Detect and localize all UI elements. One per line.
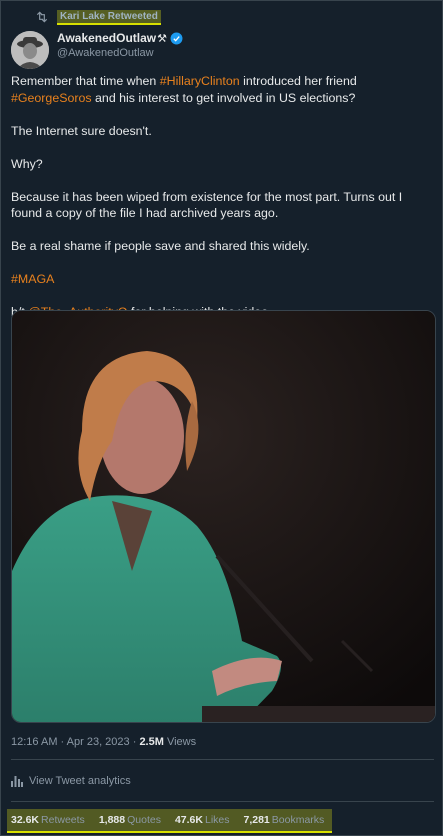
text-segment: introduced her friend — [239, 74, 357, 88]
likes-label: Likes — [204, 814, 230, 826]
views-count: 2.5M — [139, 736, 164, 748]
text-segment: Remember that time when — [11, 74, 160, 88]
engagement-stats: 32.6K Retweets 1,888 Quotes 47.6K Likes 7,2… — [7, 809, 333, 833]
tweet-paragraph-6: #MAGA — [11, 271, 436, 288]
author-name[interactable]: AwakenedOutlaw — [57, 31, 156, 45]
view-analytics-link[interactable]: View Tweet analytics — [11, 775, 131, 787]
divider — [11, 801, 434, 802]
meta-separator: · — [129, 736, 140, 748]
tweet-paragraph-4: Because it has been wiped from existence… — [11, 189, 403, 221]
quotes-label: Quotes — [127, 814, 161, 826]
quotes-stat[interactable]: 1,888 Quotes — [99, 814, 161, 826]
retweet-context[interactable]: Kari Lake Retweeted — [35, 9, 161, 25]
tweet-text: Remember that time when #HillaryClinton … — [11, 73, 436, 337]
video-frame — [12, 311, 435, 722]
verified-badge-icon — [170, 32, 183, 44]
tweet-meta: 12:16 AM · Apr 23, 2023 · 2.5M Views — [11, 736, 196, 748]
analytics-bar-icon — [11, 775, 23, 787]
views-label: Views — [163, 736, 197, 748]
author-block[interactable]: AwakenedOutlaw ⚒ @AwakenedOutlaw — [57, 31, 183, 59]
bookmarks-count: 7,281 — [243, 814, 270, 826]
avatar-image — [11, 31, 49, 69]
quotes-count: 1,888 — [98, 814, 126, 826]
retweeted-by-label[interactable]: Kari Lake Retweeted — [57, 9, 161, 25]
tweet-paragraph-1: Remember that time when #HillaryClinton … — [11, 73, 436, 106]
tweet-card: Kari Lake Retweeted AwakenedOutlaw ⚒ @Aw… — [0, 0, 443, 836]
tweet-paragraph-3: Why? — [11, 156, 43, 171]
tweet-paragraph-5: Be a real shame if people save and share… — [11, 239, 310, 253]
analytics-label[interactable]: View Tweet analytics — [29, 775, 131, 787]
text-segment: and his interest to get involved in US e… — [91, 90, 356, 105]
retweets-count: 32.6K — [11, 814, 40, 826]
retweets-stat[interactable]: 32.6K Retweets — [11, 814, 85, 826]
tweet-date[interactable]: Apr 23, 2023 — [67, 736, 130, 748]
likes-count: 47.6K — [174, 814, 203, 826]
author-handle[interactable]: @AwakenedOutlaw — [57, 47, 183, 59]
hashtag-hillaryclinton[interactable]: #HillaryClinton — [160, 74, 240, 88]
meta-separator: · — [57, 736, 67, 748]
tweet-paragraph-2: The Internet sure doesn't. — [11, 123, 152, 138]
hashtag-maga[interactable]: #MAGA — [11, 272, 54, 286]
bookmarks-label: Bookmarks — [271, 814, 325, 826]
avatar[interactable] — [11, 31, 49, 69]
retweet-icon — [36, 11, 48, 23]
hashtag-georgesoros[interactable]: #GeorgeSoros — [11, 91, 92, 105]
retweets-label: Retweets — [41, 814, 85, 826]
author-name-row[interactable]: AwakenedOutlaw ⚒ — [57, 31, 183, 45]
bookmarks-stat[interactable]: 7,281 Bookmarks — [244, 814, 325, 826]
tools-emoji: ⚒ — [157, 32, 168, 45]
tweet-time[interactable]: 12:16 AM — [11, 736, 57, 748]
divider — [11, 759, 434, 760]
likes-stat[interactable]: 47.6K Likes — [175, 814, 230, 826]
video-player[interactable] — [11, 310, 436, 723]
